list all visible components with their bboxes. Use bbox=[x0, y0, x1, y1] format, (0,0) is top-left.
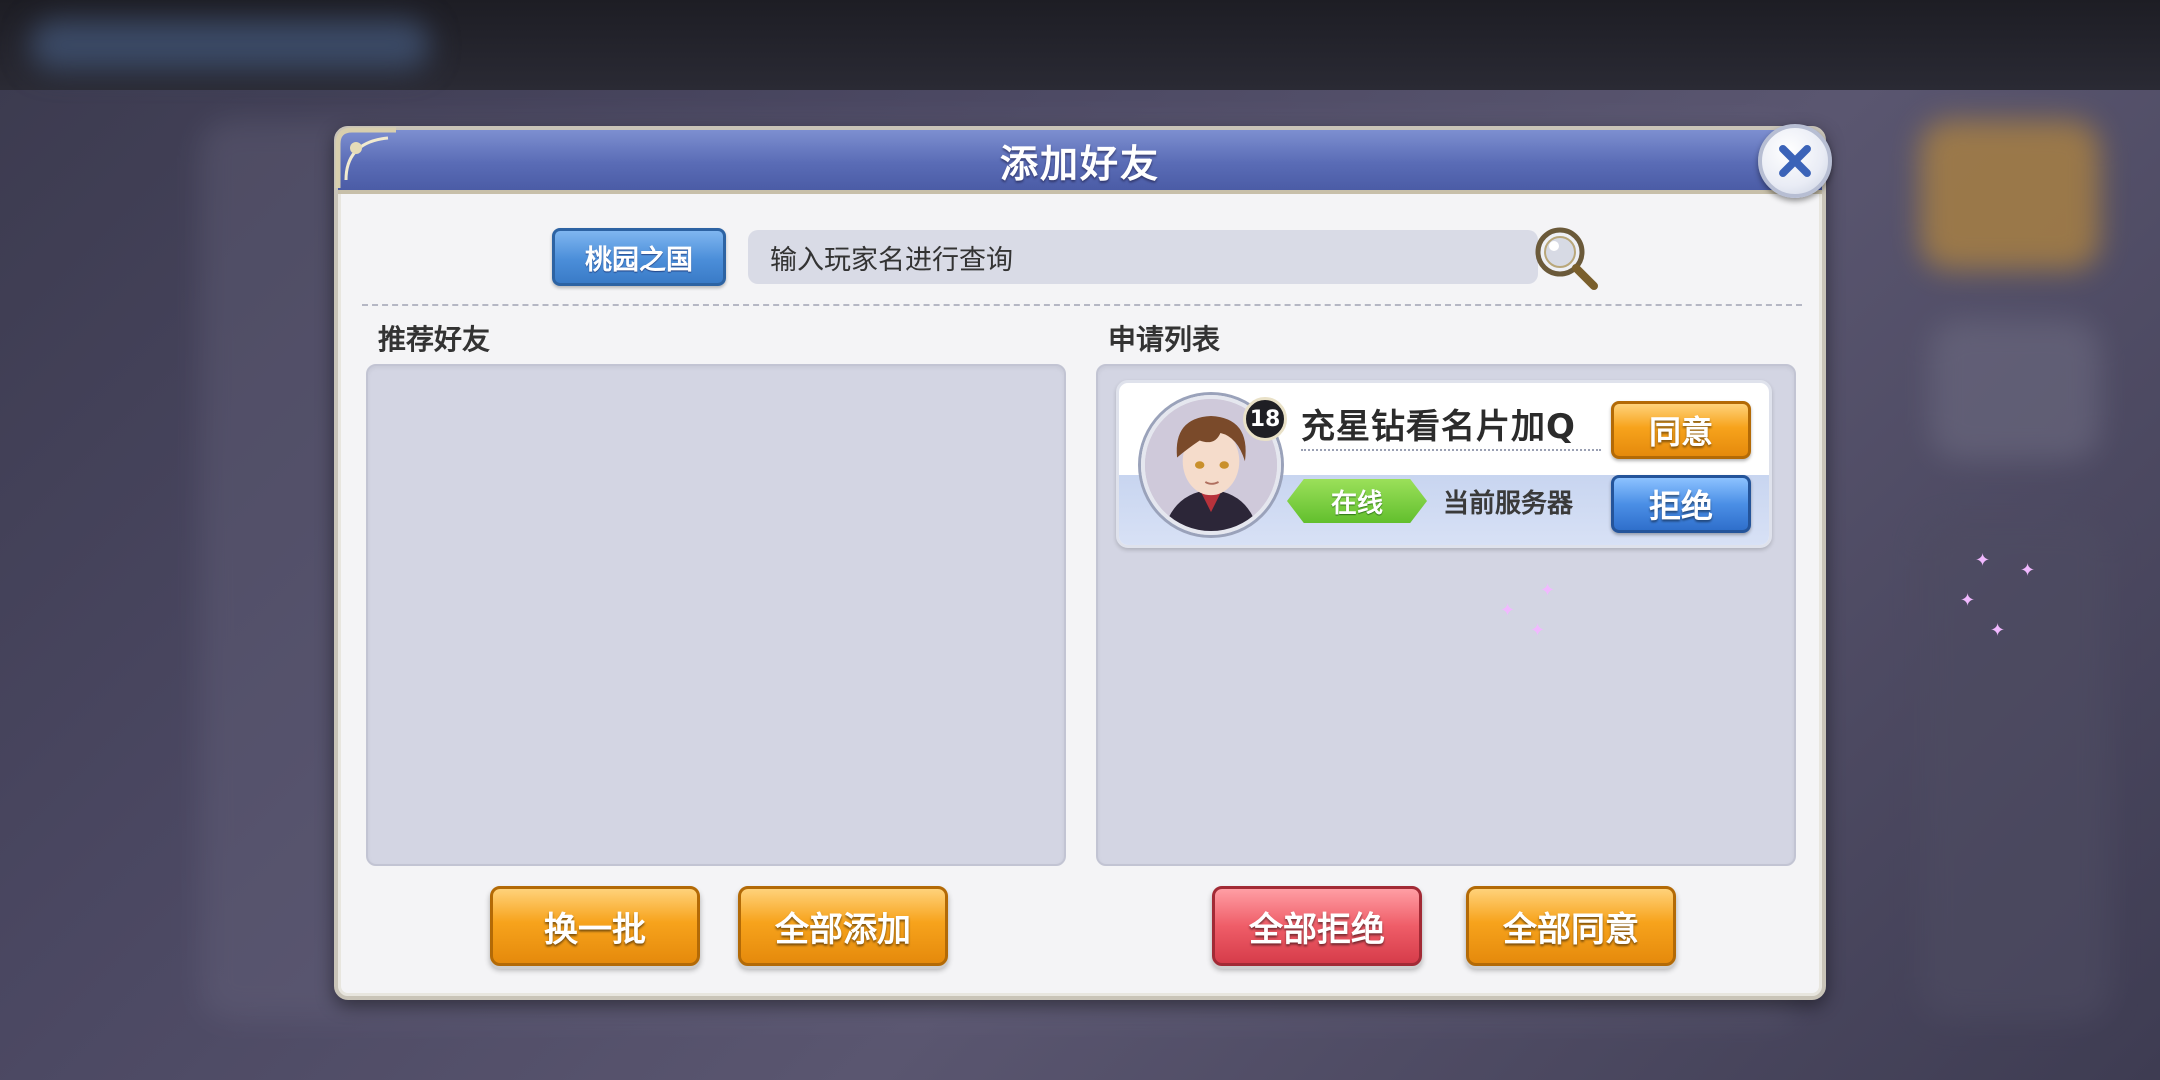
request-list-title: 申请列表 bbox=[1108, 323, 1221, 356]
sparkle-icon: ✦ bbox=[1530, 620, 1546, 641]
magnifier-icon[interactable] bbox=[1530, 222, 1602, 294]
section-divider bbox=[362, 304, 1802, 306]
reject-all-button[interactable]: 全部拒绝 bbox=[1212, 886, 1422, 966]
sparkle-icon: ✦ bbox=[1975, 550, 1991, 571]
accept-all-button[interactable]: 全部同意 bbox=[1466, 886, 1676, 966]
recommended-friends-title: 推荐好友 bbox=[378, 323, 491, 356]
recommended-friends-panel bbox=[366, 364, 1066, 866]
sparkle-icon: ✦ bbox=[1990, 620, 2006, 641]
server-label: 当前服务器 bbox=[1443, 489, 1574, 519]
add-friend-dialog: 添加好友 桃园之国 输入玩家名进行查询 推荐好友 申请列表 bbox=[334, 126, 1826, 1000]
online-status-badge: 在线 bbox=[1287, 479, 1427, 523]
add-all-button[interactable]: 全部添加 bbox=[738, 886, 948, 966]
close-button[interactable] bbox=[1758, 124, 1832, 198]
background-blur bbox=[30, 20, 430, 70]
refresh-batch-button[interactable]: 换一批 bbox=[490, 886, 700, 966]
background-blur bbox=[1930, 320, 2100, 460]
dialog-title: 添加好友 bbox=[999, 141, 1160, 186]
name-underline bbox=[1301, 449, 1601, 451]
sparkle-icon: ✦ bbox=[1960, 590, 1976, 611]
player-name: 充星钻看名片加Q bbox=[1301, 407, 1576, 447]
server-select-button[interactable]: 桃园之国 bbox=[552, 228, 726, 286]
dialog-header: 添加好友 bbox=[338, 130, 1822, 194]
background-blur bbox=[1920, 520, 2110, 1020]
player-search-input[interactable]: 输入玩家名进行查询 bbox=[748, 230, 1538, 284]
friend-request-card: 18 充星钻看名片加Q 在线 当前服务器 同意 拒绝 bbox=[1116, 380, 1772, 548]
sparkle-icon: ✦ bbox=[1500, 600, 1516, 621]
background-blur bbox=[1920, 120, 2100, 270]
corner-ornament-icon bbox=[335, 127, 396, 188]
level-badge: 18 bbox=[1243, 397, 1287, 441]
sparkle-icon: ✦ bbox=[1540, 580, 1556, 601]
close-icon bbox=[1779, 145, 1811, 177]
accept-button[interactable]: 同意 bbox=[1611, 401, 1751, 459]
sparkle-icon: ✦ bbox=[2020, 560, 2036, 581]
search-placeholder: 输入玩家名进行查询 bbox=[770, 244, 1013, 276]
reject-button[interactable]: 拒绝 bbox=[1611, 475, 1751, 533]
